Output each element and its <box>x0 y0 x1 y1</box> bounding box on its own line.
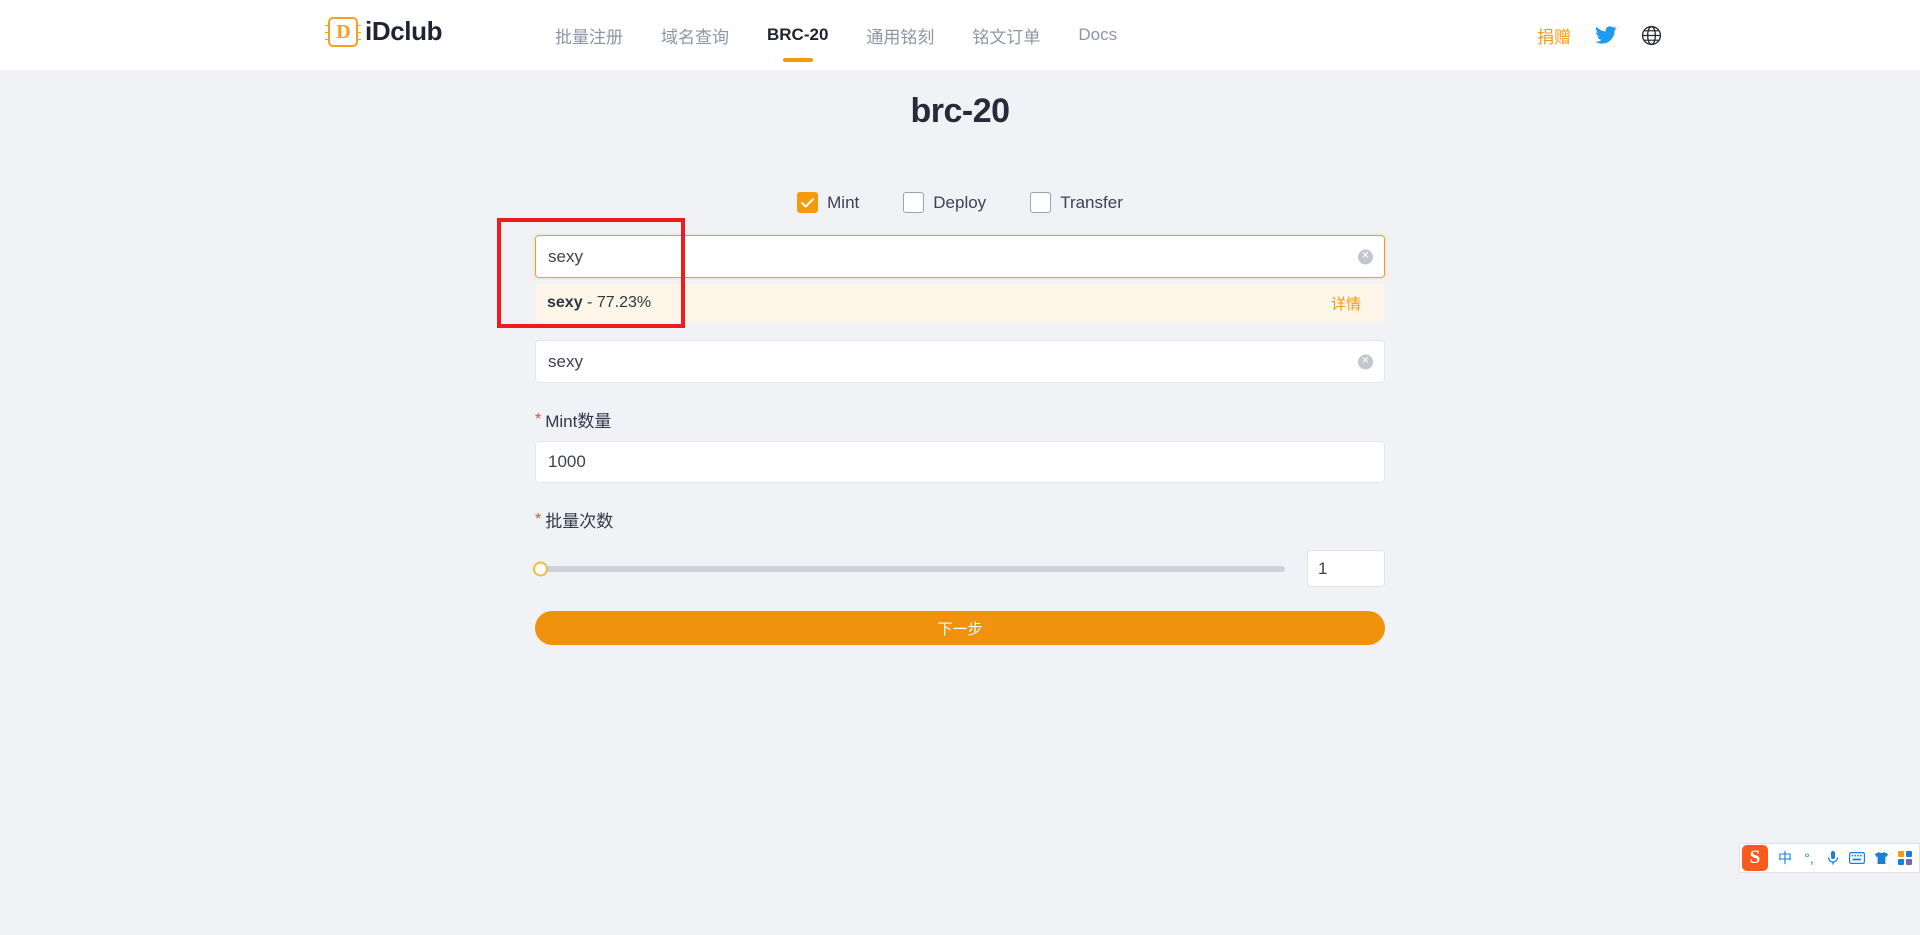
ime-language-toggle[interactable]: 中 <box>1773 845 1797 871</box>
nav-item-batch-register[interactable]: 批量注册 <box>536 0 642 70</box>
idclub-logo-icon: D <box>325 16 361 47</box>
clear-circle-icon[interactable]: ✕ <box>1358 249 1373 264</box>
mint-amount-input[interactable]: 1000 <box>535 441 1385 483</box>
main-nav: 批量注册 域名查询 BRC-20 通用铭刻 铭文订单 Docs <box>536 0 1136 70</box>
mint-amount-value: 1000 <box>548 452 586 471</box>
donate-link[interactable]: 捐赠 <box>1537 23 1571 48</box>
ticker-suggestion-dropdown: sexy - 77.23% 详情 <box>535 284 1385 322</box>
site-header: D iDclub 批量注册 域名查询 BRC-20 通用铭刻 铭文订单 Docs… <box>0 0 1920 70</box>
list-item[interactable]: sexy - 77.23% 详情 <box>535 284 1385 322</box>
ime-toolbar: S 中 °, <box>1739 843 1920 873</box>
nav-item-domain-search[interactable]: 域名查询 <box>642 0 748 70</box>
globe-icon[interactable] <box>1641 25 1662 46</box>
slider-handle[interactable] <box>533 561 548 576</box>
ticker-field[interactable]: sexy ✕ <box>535 340 1385 383</box>
page-title: brc-20 <box>910 92 1010 130</box>
slider-track[interactable] <box>535 565 1285 572</box>
menu-icon[interactable] <box>1893 845 1917 871</box>
logo-mark-letter: D <box>336 20 350 43</box>
batch-count-input[interactable]: 1 <box>1307 550 1385 587</box>
checkbox-transfer[interactable] <box>1030 192 1052 213</box>
mic-icon[interactable] <box>1821 845 1845 871</box>
keyboard-icon[interactable] <box>1845 845 1869 871</box>
nav-item-brc20[interactable]: BRC-20 <box>748 0 847 70</box>
mode-option-mint[interactable]: Mint <box>797 192 859 213</box>
batch-count-slider[interactable] <box>533 559 1285 579</box>
nav-item-docs[interactable]: Docs <box>1059 0 1136 70</box>
mode-option-transfer[interactable]: Transfer <box>1030 192 1123 213</box>
twitter-icon[interactable] <box>1595 26 1617 44</box>
suggestion-name: sexy <box>547 294 583 311</box>
ticker-search-value: sexy <box>548 246 583 266</box>
suggestion-percent: - 77.23% <box>587 294 652 311</box>
sogou-logo-icon[interactable]: S <box>1742 845 1768 871</box>
clear-circle-icon[interactable]: ✕ <box>1358 354 1373 369</box>
checkbox-deploy[interactable] <box>903 192 925 213</box>
brand-logo[interactable]: D iDclub <box>325 16 443 47</box>
header-actions: 捐赠 <box>1537 0 1662 70</box>
checkbox-mint[interactable] <box>797 192 819 213</box>
ticker-search-block: sexy ✕ sexy - 77.23% 详情 <box>535 235 1385 322</box>
batch-count-label-text: 批量次数 <box>545 512 614 531</box>
mint-amount-label: * Mint数量 <box>535 407 1385 432</box>
brc20-form: Mint Deploy Transfer sexy ✕ sexy - 77.23… <box>533 192 1385 645</box>
ticker-field-value: sexy <box>548 351 583 371</box>
batch-count-control: 1 <box>533 550 1385 587</box>
nav-item-inscription-orders[interactable]: 铭文订单 <box>953 0 1059 70</box>
required-mark: * <box>535 510 542 528</box>
mode-label-transfer: Transfer <box>1060 192 1123 212</box>
ticker-search-input[interactable]: sexy ✕ <box>535 235 1385 278</box>
ime-punctuation-toggle[interactable]: °, <box>1797 845 1821 871</box>
required-mark: * <box>535 410 542 428</box>
mode-label-mint: Mint <box>827 192 860 212</box>
suggestion-detail-link[interactable]: 详情 <box>1331 293 1361 314</box>
batch-count-label: * 批量次数 <box>535 507 1385 532</box>
batch-count-value: 1 <box>1318 558 1328 578</box>
nav-item-general-inscribe[interactable]: 通用铭刻 <box>847 0 953 70</box>
main-content: brc-20 Mint Deploy Transfer sexy ✕ sexy … <box>0 70 1920 645</box>
skin-icon[interactable] <box>1869 845 1893 871</box>
mode-option-deploy[interactable]: Deploy <box>903 192 986 213</box>
next-step-button[interactable]: 下一步 <box>535 611 1385 645</box>
logo-wordmark: iDclub <box>365 16 443 46</box>
mode-selector: Mint Deploy Transfer <box>535 192 1385 213</box>
mode-label-deploy: Deploy <box>933 192 987 212</box>
app-root: D iDclub 批量注册 域名查询 BRC-20 通用铭刻 铭文订单 Docs… <box>0 0 1920 935</box>
mint-amount-label-text: Mint数量 <box>545 412 612 431</box>
